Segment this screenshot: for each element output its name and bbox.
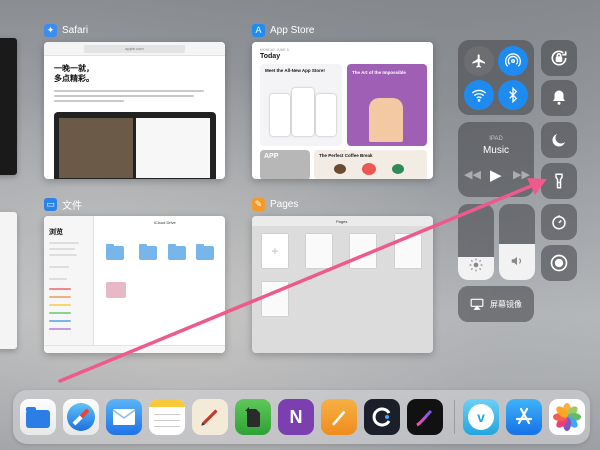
pages-preview[interactable]: Pages + — [252, 216, 433, 353]
app-store-card-title: App Store — [270, 24, 315, 36]
today-card-coffee: The Perfect Coffee Break — [314, 150, 427, 179]
screen-recording-button[interactable] — [541, 245, 577, 281]
flashlight-button[interactable] — [541, 163, 577, 199]
airdrop-icon — [505, 53, 521, 67]
files-header: iCloud Drive — [154, 220, 176, 225]
bluetooth-icon — [509, 87, 518, 103]
onenote-icon[interactable]: N — [278, 399, 314, 435]
vimeo-icon[interactable]: v — [463, 399, 499, 435]
brightness-slider[interactable] — [458, 204, 494, 280]
media-controls-module[interactable]: IPAD Music ◀◀ ▶ ▶▶ — [458, 122, 534, 197]
volume-slider[interactable] — [499, 204, 535, 280]
ipad-image — [54, 112, 216, 179]
record-icon — [550, 254, 568, 272]
today-card-app: APP — [260, 150, 310, 179]
airdrop-toggle[interactable] — [498, 46, 528, 76]
wifi-toggle[interactable] — [464, 80, 494, 110]
evernote-icon[interactable] — [235, 399, 271, 435]
files-sidebar: 浏览 — [44, 216, 94, 353]
folder-icon — [139, 244, 157, 260]
pages-icon: ✎ — [252, 197, 265, 211]
files-card-title: 文件 — [62, 200, 82, 212]
notes-icon[interactable] — [149, 399, 185, 435]
safari-icon: ✦ — [44, 23, 57, 37]
files-icon[interactable] — [20, 399, 56, 435]
timer-icon — [552, 215, 566, 230]
rotation-lock-button[interactable] — [541, 40, 577, 76]
pages-doc-title: Pages — [336, 219, 348, 224]
flashlight-icon — [555, 173, 563, 189]
wifi-icon — [471, 89, 487, 102]
media-title: Music — [482, 145, 510, 156]
folder-icon — [168, 244, 186, 260]
safari-app-card[interactable]: ✦ Safari apple.com 一晚一就， 多点精彩。 — [44, 22, 225, 179]
safari-preview[interactable]: apple.com 一晚一就， 多点精彩。 — [44, 42, 225, 179]
play-button[interactable]: ▶ — [490, 166, 502, 184]
files-icon: ▭ — [44, 197, 57, 211]
today-heading: Today — [260, 53, 281, 60]
app-store-icon: A — [252, 23, 265, 37]
dock-separator — [454, 400, 455, 434]
left-edge-card-bottom[interactable] — [0, 212, 17, 349]
pages-card-title: Pages — [270, 198, 299, 210]
today-card-new-store: Meet the All-New App Store! — [260, 64, 342, 146]
mail-icon[interactable] — [106, 399, 142, 435]
dock: N v — [13, 390, 590, 444]
safari-headline: 一晚一就， 多点精彩。 — [54, 64, 94, 83]
timer-button[interactable] — [541, 204, 577, 240]
mute-button[interactable] — [541, 80, 577, 116]
airplay-icon — [470, 298, 484, 310]
safari-card-title: Safari — [62, 24, 89, 36]
folder-icon — [106, 244, 124, 260]
today-card-art: The Art of the Impossible — [347, 64, 427, 146]
rewind-button[interactable]: ◀◀ — [464, 168, 481, 181]
moon-icon — [552, 134, 565, 147]
fast-forward-button[interactable]: ▶▶ — [513, 168, 530, 181]
screen-mirroring-label: 屏幕镜像 — [490, 299, 522, 309]
files-preview[interactable]: 浏览 iCloud Drive — [44, 216, 225, 353]
cleanmaster-icon[interactable] — [364, 399, 400, 435]
do-not-disturb-button[interactable] — [541, 122, 577, 158]
media-device-label: IPAD — [489, 136, 503, 142]
brightness-icon — [469, 258, 483, 272]
screen-mirroring-button[interactable]: 屏幕镜像 — [458, 286, 534, 322]
procreate-icon[interactable] — [407, 399, 443, 435]
files-app-card[interactable]: ▭ 文件 浏览 iCloud Drive — [44, 196, 225, 353]
safari-url-field: apple.com — [84, 45, 185, 53]
pages-app-card[interactable]: ✎ Pages Pages + — [252, 196, 433, 353]
pages-icon[interactable] — [321, 399, 357, 435]
app-store-preview[interactable]: MONDAY, JUNE 5 Today Meet the All-New Ap… — [252, 42, 433, 179]
rotation-lock-icon — [551, 50, 567, 66]
left-edge-card-top[interactable] — [0, 38, 17, 175]
safari-address-bar: apple.com — [44, 42, 225, 56]
photos-icon[interactable] — [549, 399, 585, 435]
app-store-app-card[interactable]: A App Store MONDAY, JUNE 5 Today Meet th… — [252, 22, 433, 179]
bluetooth-toggle[interactable] — [498, 80, 528, 110]
safari-icon[interactable] — [63, 399, 99, 435]
folder-icon — [196, 244, 214, 260]
file-thumbnail — [106, 282, 126, 298]
app-store-icon[interactable] — [506, 399, 542, 435]
connectivity-module[interactable] — [458, 40, 534, 115]
airplane-mode-toggle[interactable] — [464, 46, 494, 76]
airplane-icon — [472, 54, 485, 68]
bell-icon — [553, 90, 565, 105]
write-icon[interactable] — [192, 399, 228, 435]
speaker-icon — [511, 256, 522, 266]
